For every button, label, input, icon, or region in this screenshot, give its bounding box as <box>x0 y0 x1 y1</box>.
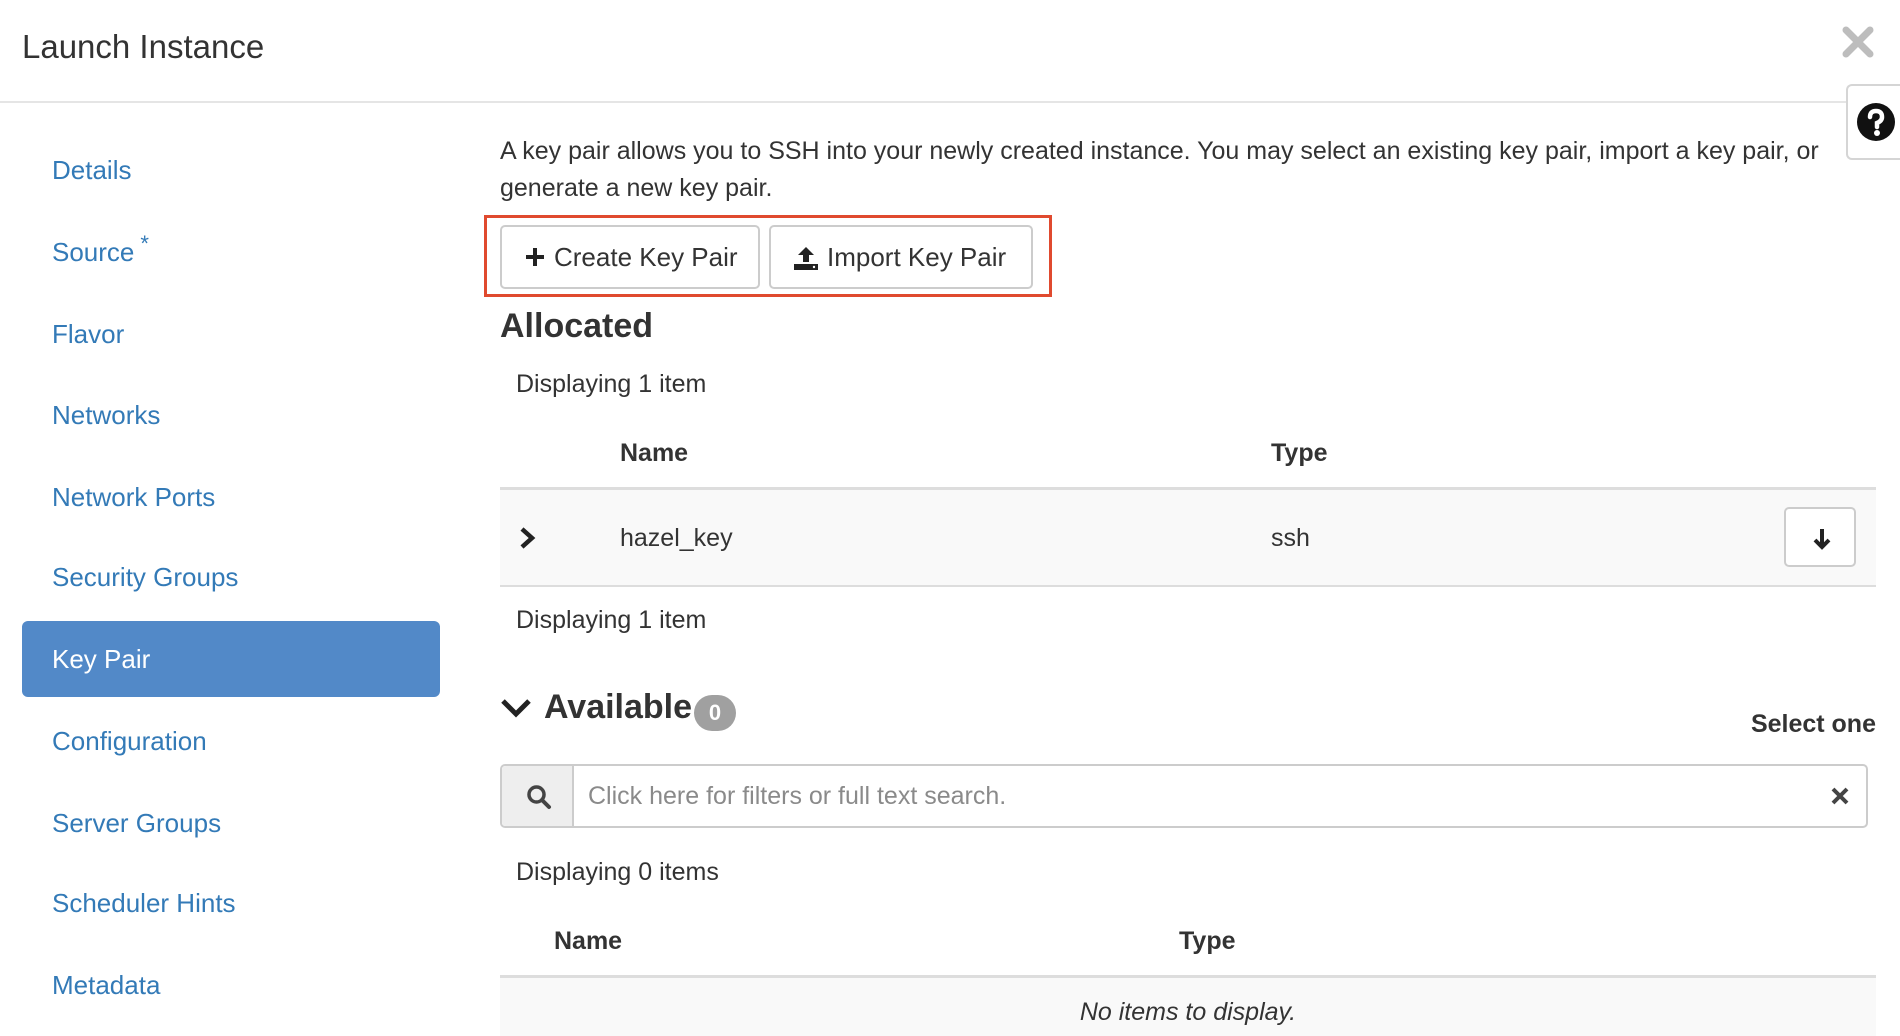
nav-item-metadata[interactable]: Metadata <box>22 947 440 1023</box>
upload-icon <box>794 247 818 270</box>
search-bar <box>500 764 1868 828</box>
select-hint: Select one <box>1750 710 1876 738</box>
nav-item-key-pair[interactable]: Key Pair <box>22 621 440 697</box>
allocated-count-bottom: Displaying 1 item <box>516 606 707 634</box>
search-addon <box>502 766 574 826</box>
allocated-col-name[interactable]: Name <box>620 439 688 468</box>
empty-message: No items to display. <box>1079 998 1297 1026</box>
available-count-badge: 0 <box>694 695 736 731</box>
available-title[interactable]: Available <box>544 688 692 727</box>
allocated-count-top: Displaying 1 item <box>516 370 707 398</box>
empty-row: No items to display. <box>500 978 1876 1036</box>
clear-icon[interactable] <box>1828 784 1852 808</box>
close-icon[interactable] <box>1838 22 1878 62</box>
nav-item-configuration[interactable]: Configuration <box>22 703 440 779</box>
plus-icon <box>526 248 544 266</box>
available-col-type[interactable]: Type <box>1179 927 1236 956</box>
table-row: hazel_key ssh <box>500 490 1876 585</box>
search-input[interactable] <box>576 766 1806 826</box>
search-icon <box>527 785 551 809</box>
deallocate-button[interactable] <box>1784 507 1856 567</box>
create-key-pair-button[interactable]: Create Key Pair <box>500 225 760 289</box>
question-circle-icon <box>1857 103 1895 141</box>
intro-text: A key pair allows you to SSH into your n… <box>500 137 1819 202</box>
import-key-pair-button[interactable]: Import Key Pair <box>769 225 1033 289</box>
available-count: Displaying 0 items <box>516 858 719 886</box>
required-marker: * <box>140 231 149 256</box>
nav-item-network-ports[interactable]: Network Ports <box>22 459 440 535</box>
wizard-nav: Details Source * Flavor Networks Network … <box>0 103 462 1036</box>
key-type: ssh <box>1271 524 1310 552</box>
nav-item-details[interactable]: Details <box>22 132 440 208</box>
allocated-col-type[interactable]: Type <box>1271 439 1328 468</box>
key-name: hazel_key <box>620 524 733 552</box>
arrow-down-icon <box>1813 529 1831 550</box>
nav-item-server-groups[interactable]: Server Groups <box>22 785 440 861</box>
available-col-name[interactable]: Name <box>554 927 622 956</box>
modal-header: Launch Instance <box>0 0 1900 103</box>
help-button[interactable] <box>1846 84 1900 160</box>
nav-item-flavor[interactable]: Flavor <box>22 296 440 372</box>
nav-item-source[interactable]: Source * <box>22 214 440 290</box>
nav-item-security-groups[interactable]: Security Groups <box>22 539 440 615</box>
chevron-down-icon[interactable] <box>500 697 532 721</box>
chevron-right-icon[interactable] <box>518 526 538 550</box>
table-divider <box>500 585 1876 587</box>
allocated-title: Allocated <box>500 307 654 345</box>
modal-title: Launch Instance <box>22 28 265 65</box>
nav-item-scheduler-hints[interactable]: Scheduler Hints <box>22 865 440 941</box>
nav-item-networks[interactable]: Networks <box>22 377 440 453</box>
